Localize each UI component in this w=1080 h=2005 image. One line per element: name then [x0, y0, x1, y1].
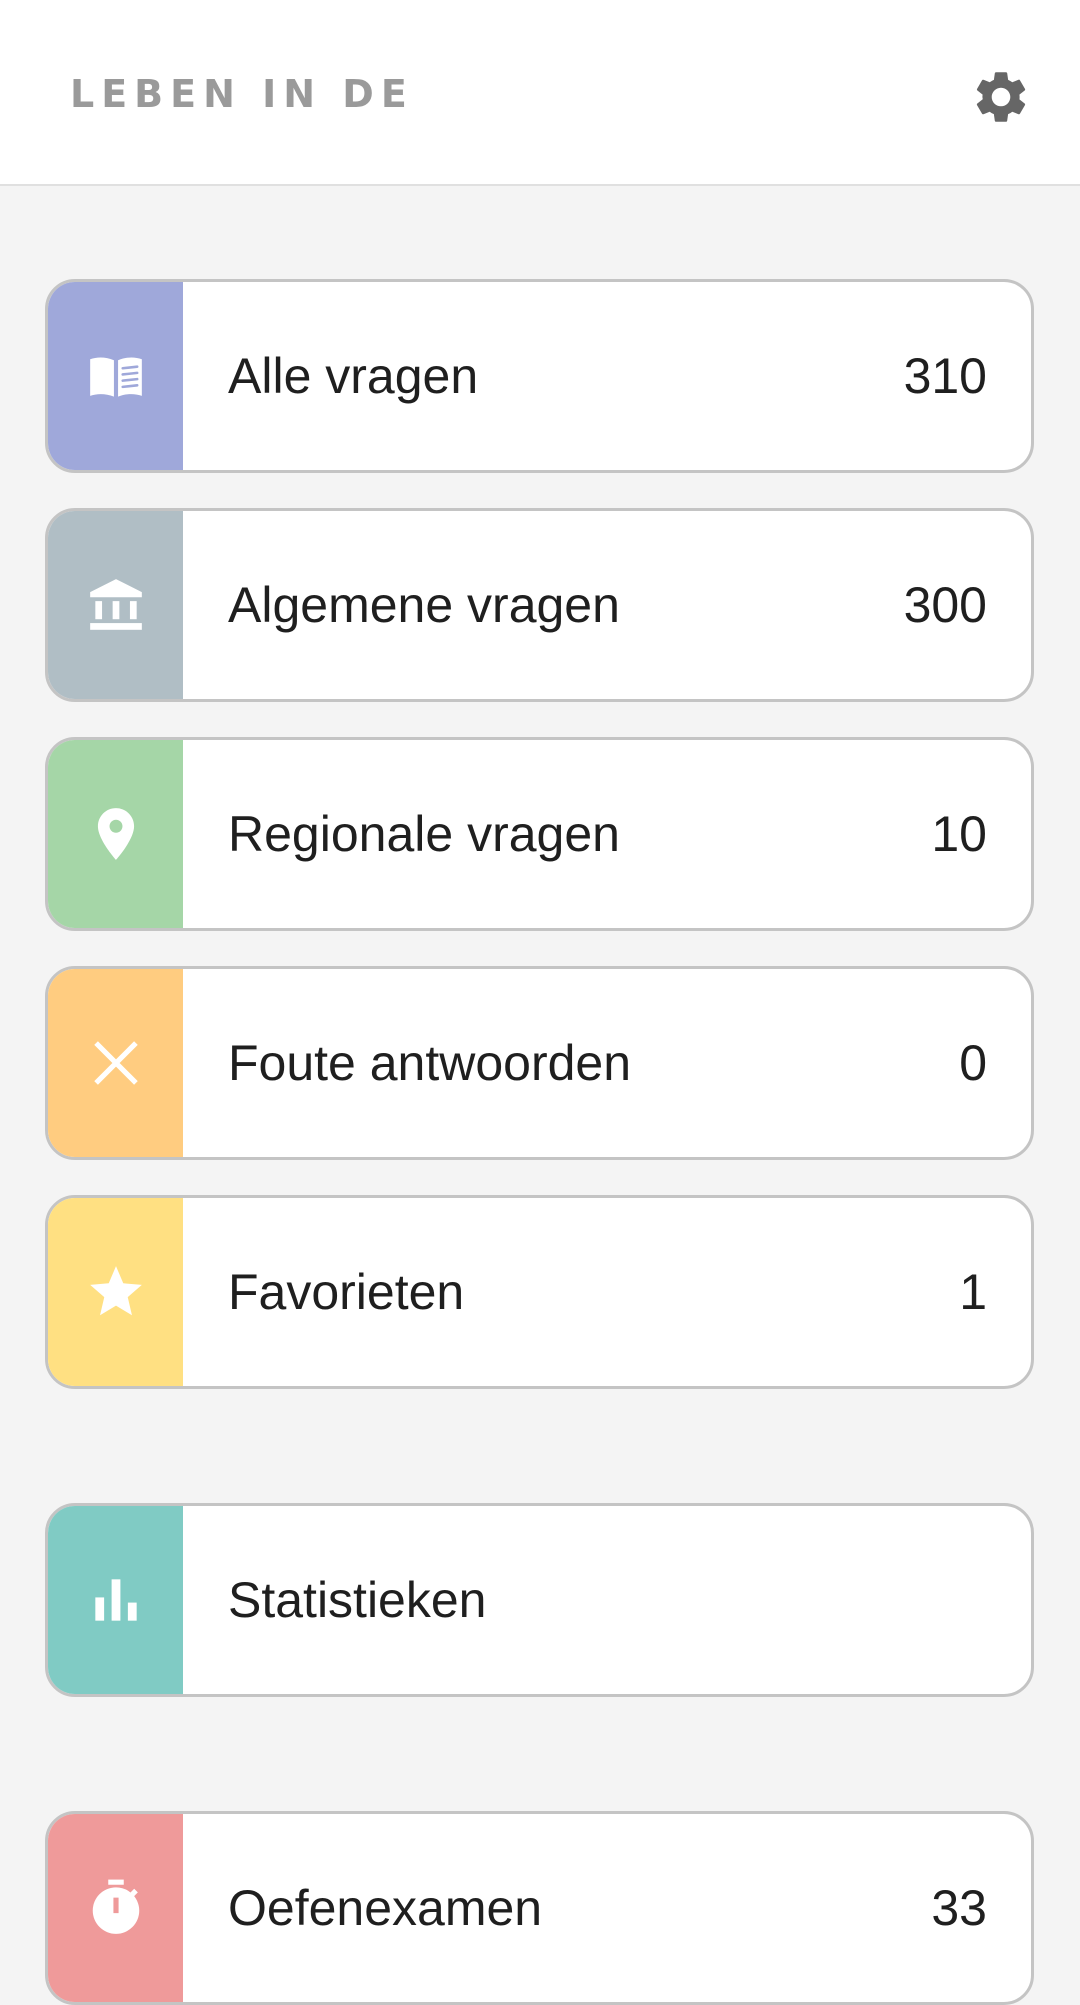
- menu-item-count: 1: [959, 1264, 987, 1320]
- app-header: LEBEN IN DE: [0, 0, 1080, 186]
- menu-item-label: Foute antwoorden: [228, 1035, 632, 1091]
- menu-item-label: Statistieken: [228, 1572, 487, 1628]
- settings-button[interactable]: [966, 62, 1036, 132]
- menu-icon-box: [48, 1198, 183, 1386]
- menu-item-count: 310: [903, 348, 987, 404]
- menu-item-label: Oefenexamen: [228, 1880, 543, 1936]
- menu-icon-box: [48, 1506, 183, 1694]
- gear-icon: [976, 72, 1026, 122]
- menu-icon-box: [48, 969, 183, 1157]
- stopwatch-icon: [92, 1879, 139, 1934]
- bar-chart-icon: [94, 1579, 137, 1621]
- open-book-icon: [89, 357, 142, 397]
- menu-icon-box: [48, 282, 183, 470]
- menu-item-general-questions[interactable]: Algemene vragen 300: [45, 508, 1034, 702]
- menu-item-label: Algemene vragen: [228, 577, 620, 633]
- menu-item-label: Favorieten: [228, 1264, 465, 1320]
- menu-item-label: Alle vragen: [228, 348, 479, 404]
- menu-item-all-questions[interactable]: Alle vragen 310: [45, 279, 1034, 473]
- menu-item-regional-questions[interactable]: Regionale vragen 10: [45, 737, 1034, 931]
- close-icon: [93, 1041, 138, 1085]
- location-pin-icon: [97, 808, 134, 860]
- menu-item-practice-exam[interactable]: Oefenexamen 33: [45, 1811, 1034, 2005]
- menu-item-statistics[interactable]: Statistieken: [45, 1503, 1034, 1697]
- menu-icon-box: [48, 511, 183, 699]
- menu-item-favorites[interactable]: Favorieten 1: [45, 1195, 1034, 1389]
- menu-item-wrong-answers[interactable]: Foute antwoorden 0: [45, 966, 1034, 1160]
- menu-icon-box: [48, 1814, 183, 2002]
- menu-item-count: 33: [931, 1880, 987, 1936]
- app-logo: LEBEN IN DE: [70, 72, 414, 116]
- institution-icon: [89, 579, 142, 630]
- menu-item-label: Regionale vragen: [228, 806, 620, 862]
- star-icon: [89, 1266, 142, 1316]
- menu-icon-box: [48, 740, 183, 928]
- menu-item-count: 300: [903, 577, 987, 633]
- menu-item-count: 10: [931, 806, 987, 862]
- menu-item-count: 0: [959, 1035, 987, 1091]
